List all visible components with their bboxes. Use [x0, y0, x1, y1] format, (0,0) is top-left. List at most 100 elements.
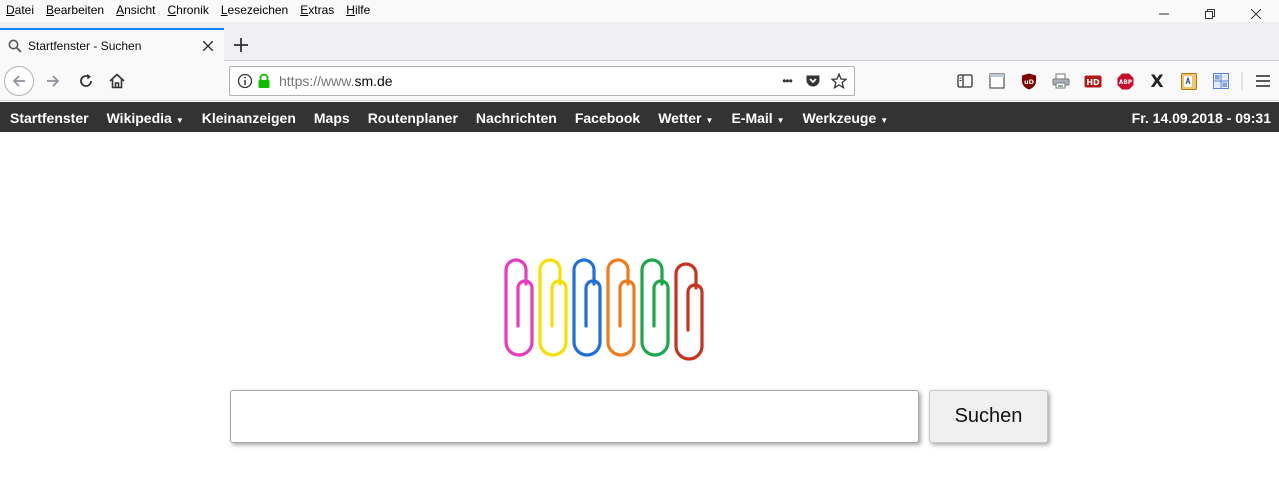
search-button[interactable]: Suchen: [929, 390, 1048, 443]
site-nav-items: Startfenster Wikipedia ▼ Kleinanzeigen Ma…: [10, 110, 906, 126]
dropdown-caret-icon: ▼: [776, 116, 785, 125]
menu-extras[interactable]: Extras: [300, 3, 334, 17]
menu-hilfe[interactable]: Hilfe: [346, 3, 370, 17]
site-nav-kleinanzeigen[interactable]: Kleinanzeigen: [202, 110, 296, 126]
site-nav-label: Routenplaner: [367, 110, 458, 126]
site-nav-startfenster[interactable]: Startfenster: [10, 110, 89, 126]
abp-icon: ABP: [1117, 73, 1133, 89]
restore-icon: [1205, 9, 1215, 19]
menu-items: Datei Bearbeiten Ansicht Chronik Lesezei…: [6, 3, 382, 17]
x-icon: X: [1150, 73, 1163, 89]
close-icon: [1251, 9, 1261, 19]
navigation-toolbar: https://www.sm.de ••• uD HD ABP X: [0, 61, 1279, 101]
toolbar-separator: [1237, 67, 1247, 95]
home-button[interactable]: [103, 67, 131, 95]
minimize-icon: [1159, 13, 1169, 15]
extension-toolbar: uD HD ABP X: [949, 67, 1279, 95]
menu-datei[interactable]: Datei: [6, 3, 34, 17]
paperclip-icon: [606, 258, 636, 357]
site-nav-label: E-Mail: [731, 110, 773, 126]
reload-button[interactable]: [72, 67, 100, 95]
new-tab-button[interactable]: [228, 32, 254, 58]
separator-line: [1241, 72, 1243, 90]
site-nav-routenplaner[interactable]: Routenplaner: [368, 110, 458, 126]
home-icon: [109, 73, 125, 89]
forward-button[interactable]: [39, 67, 67, 95]
menu-ansicht[interactable]: Ansicht: [116, 3, 155, 17]
reload-icon: [80, 74, 92, 87]
site-nav-label: Kleinanzeigen: [201, 110, 296, 126]
pocket-button[interactable]: [802, 70, 824, 92]
site-nav-werkzeuge[interactable]: Werkzeuge ▼: [803, 110, 889, 126]
search-icon: [8, 39, 22, 53]
page-actions-button[interactable]: •••: [776, 70, 798, 92]
site-nav-email[interactable]: E-Mail ▼: [731, 110, 784, 126]
site-nav-wetter[interactable]: Wetter ▼: [658, 110, 713, 126]
url-text[interactable]: https://www.sm.de: [279, 73, 776, 89]
site-nav-label: Werkzeuge: [802, 110, 877, 126]
lock-icon[interactable]: [257, 73, 271, 89]
sidebar-button[interactable]: [981, 67, 1013, 95]
site-nav-label: Wikipedia: [106, 110, 172, 126]
hd-extension-button[interactable]: HD: [1077, 67, 1109, 95]
menu-lesezeichen[interactable]: Lesezeichen: [221, 3, 288, 17]
search-input[interactable]: [230, 390, 919, 443]
site-nav-label: Nachrichten: [475, 110, 557, 126]
back-arrow-icon: [12, 75, 25, 87]
sidebar-icon: [989, 73, 1005, 89]
more-dots-icon: •••: [782, 74, 793, 88]
plus-icon: [234, 38, 248, 52]
info-icon[interactable]: [237, 73, 253, 89]
site-nav-facebook[interactable]: Facebook: [575, 110, 640, 126]
menu-chronik[interactable]: Chronik: [167, 3, 208, 17]
x-label: X: [1150, 73, 1163, 89]
dropdown-caret-icon: ▼: [705, 116, 714, 125]
abp-label: ABP: [1118, 80, 1132, 86]
site-nav-wikipedia[interactable]: Wikipedia ▼: [107, 110, 184, 126]
library-icon: [957, 74, 973, 88]
menu-bearbeiten[interactable]: Bearbeiten: [46, 3, 104, 17]
x-extension-button[interactable]: X: [1141, 67, 1173, 95]
paperclip-icon: [538, 258, 568, 357]
tiles-extension-button[interactable]: [1205, 67, 1237, 95]
url-prefix: https://www.: [279, 73, 355, 89]
ublock-label: uD: [1024, 78, 1035, 86]
site-nav-label: Startfenster: [10, 110, 89, 126]
date-time-display: Fr. 14.09.2018 - 09:31: [1131, 110, 1271, 126]
dropdown-caret-icon: ▼: [175, 116, 184, 125]
tab-strip: Startfenster - Suchen: [0, 22, 1279, 62]
dropdown-caret-icon: ▼: [880, 116, 889, 125]
bookmark-star-button[interactable]: [828, 70, 850, 92]
back-button[interactable]: [4, 66, 34, 96]
translate-extension-button[interactable]: [1173, 67, 1205, 95]
paperclip-icon: [674, 262, 704, 361]
site-nav-nachrichten[interactable]: Nachrichten: [476, 110, 557, 126]
paperclip-icon: [572, 258, 602, 357]
site-nav-maps[interactable]: Maps: [314, 110, 350, 126]
site-navigation: Startfenster Wikipedia ▼ Kleinanzeigen Ma…: [0, 102, 1279, 132]
tab-close-button[interactable]: [198, 36, 218, 56]
hd-icon: HD: [1084, 75, 1102, 87]
library-button[interactable]: [949, 67, 981, 95]
star-icon: [831, 73, 847, 89]
paperclips-logo: [504, 258, 704, 361]
site-nav-label: Wetter: [658, 110, 702, 126]
forward-arrow-icon: [47, 75, 60, 87]
ublock-button[interactable]: uD: [1013, 67, 1045, 95]
close-icon: [203, 41, 213, 51]
paperclip-icon: [640, 258, 670, 357]
tab-active[interactable]: Startfenster - Suchen: [0, 28, 224, 62]
pocket-icon: [806, 75, 820, 86]
site-nav-label: Maps: [313, 110, 350, 126]
tiles-icon: [1213, 73, 1229, 89]
paperclip-icon: [504, 258, 534, 357]
adblock-plus-button[interactable]: ABP: [1109, 67, 1141, 95]
url-bar[interactable]: https://www.sm.de •••: [229, 66, 855, 96]
menu-bar: Datei Bearbeiten Ansicht Chronik Lesezei…: [0, 0, 1279, 22]
search-button-label: Suchen: [954, 405, 1023, 427]
url-domain: sm.de: [354, 73, 393, 89]
printer-icon: [1052, 73, 1070, 89]
hamburger-menu-button[interactable]: [1247, 67, 1279, 95]
printer-extension-button[interactable]: [1045, 67, 1077, 95]
site-nav-label: Facebook: [574, 110, 641, 126]
